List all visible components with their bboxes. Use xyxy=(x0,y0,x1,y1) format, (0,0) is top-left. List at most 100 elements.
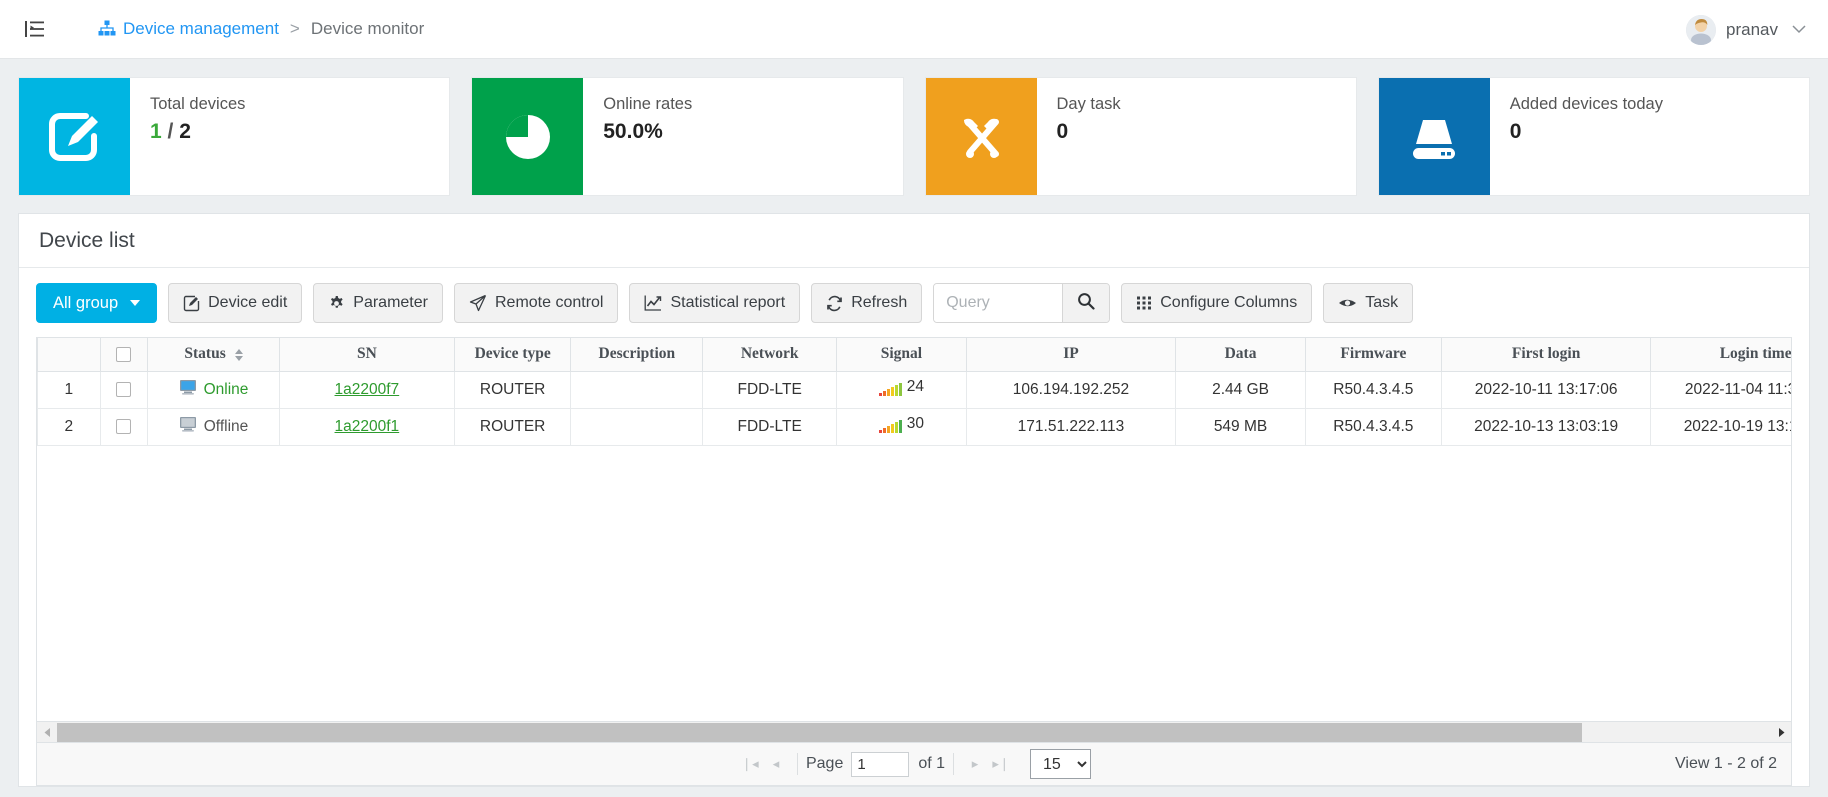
search-icon xyxy=(1077,292,1095,315)
row-index: 2 xyxy=(38,408,101,445)
refresh-button[interactable]: Refresh xyxy=(811,283,922,323)
statistical-report-button[interactable]: Statistical report xyxy=(629,283,800,323)
row-firmware: R50.4.3.4.5 xyxy=(1305,371,1441,408)
monitor-offline-icon xyxy=(179,416,197,437)
col-device-type[interactable]: Device type xyxy=(454,338,571,371)
sn-link[interactable]: 1a2200f7 xyxy=(335,381,400,398)
row-checkbox[interactable] xyxy=(116,382,131,397)
prev-page-button[interactable]: ◂ xyxy=(763,751,789,777)
paper-plane-icon xyxy=(469,294,487,312)
row-login-time: 2022-10-19 13:14:09 xyxy=(1651,408,1791,445)
edit-square-icon xyxy=(19,78,130,195)
row-checkbox[interactable] xyxy=(116,419,131,434)
next-page-button[interactable]: ▸ xyxy=(962,751,988,777)
edit-icon xyxy=(183,295,200,312)
select-all-checkbox[interactable] xyxy=(116,347,131,362)
remote-control-label: Remote control xyxy=(495,294,604,312)
signal-value: 24 xyxy=(907,378,924,396)
col-index xyxy=(38,338,101,371)
pager-divider-left xyxy=(797,753,798,775)
col-select-all xyxy=(100,338,148,371)
row-description xyxy=(571,371,703,408)
row-data: 549 MB xyxy=(1176,408,1306,445)
col-signal[interactable]: Signal xyxy=(837,338,967,371)
breadcrumb: Device management > Device monitor xyxy=(98,19,424,39)
stat-card-day-task: Day task 0 xyxy=(925,77,1357,196)
parameter-button[interactable]: Parameter xyxy=(313,283,443,323)
refresh-icon xyxy=(826,295,843,312)
user-name: pranav xyxy=(1726,20,1778,40)
table-row[interactable]: 1 Online 1a2200f7 ROUTER xyxy=(38,371,1792,408)
col-login-time[interactable]: Login time xyxy=(1651,338,1791,371)
sn-link[interactable]: 1a2200f1 xyxy=(335,418,400,435)
remote-control-button[interactable]: Remote control xyxy=(454,283,619,323)
scroll-left-arrow-icon[interactable] xyxy=(37,722,57,743)
sort-icon[interactable] xyxy=(235,349,243,361)
pie-chart-icon xyxy=(472,78,583,195)
search-input[interactable] xyxy=(934,284,1062,322)
pager-divider-right xyxy=(953,753,954,775)
stat-card-title: Online rates xyxy=(603,95,692,114)
device-table: Status SN Device type Description Networ… xyxy=(37,338,1791,446)
col-status-label: Status xyxy=(184,345,225,362)
breadcrumb-current: Device monitor xyxy=(311,19,424,39)
stat-card-value: 0 xyxy=(1057,120,1121,144)
monitor-online-icon xyxy=(179,379,197,400)
device-edit-button[interactable]: Device edit xyxy=(168,283,302,323)
page-total-label: of 1 xyxy=(918,755,945,773)
last-page-button[interactable]: ▸❘ xyxy=(988,751,1014,777)
scrollbar-thumb[interactable] xyxy=(57,723,1582,742)
row-network: FDD-LTE xyxy=(703,371,837,408)
row-ip: 171.51.222.113 xyxy=(966,408,1176,445)
task-button[interactable]: Task xyxy=(1323,283,1413,323)
eye-icon xyxy=(1338,295,1357,311)
caret-down-icon xyxy=(130,300,140,306)
col-sn[interactable]: SN xyxy=(279,338,454,371)
col-status[interactable]: Status xyxy=(148,338,280,371)
row-index: 1 xyxy=(38,371,101,408)
scrollbar-track[interactable] xyxy=(57,722,1771,743)
scroll-right-arrow-icon[interactable] xyxy=(1771,722,1791,743)
user-menu[interactable]: pranav xyxy=(1686,0,1806,59)
stat-card-value: 1 / 2 xyxy=(150,120,245,144)
row-signal: 24 xyxy=(837,371,967,408)
configure-columns-button[interactable]: Configure Columns xyxy=(1121,283,1312,323)
chart-line-icon xyxy=(644,294,662,312)
stat-cards: Total devices 1 / 2 Online rates 50.0% xyxy=(0,59,1828,196)
tools-icon xyxy=(926,78,1037,195)
stat-card-online-rates: Online rates 50.0% xyxy=(471,77,903,196)
grid-scroll-area: Status SN Device type Description Networ… xyxy=(37,338,1791,721)
col-description[interactable]: Description xyxy=(571,338,703,371)
row-firmware: R50.4.3.4.5 xyxy=(1305,408,1441,445)
table-body: 1 Online 1a2200f7 ROUTER xyxy=(38,371,1792,445)
col-first-login[interactable]: First login xyxy=(1441,338,1651,371)
refresh-label: Refresh xyxy=(851,294,907,312)
row-status: Offline xyxy=(148,408,280,445)
task-label: Task xyxy=(1365,294,1398,312)
statistical-report-label: Statistical report xyxy=(670,294,785,312)
col-ip[interactable]: IP xyxy=(966,338,1176,371)
row-select-cell xyxy=(100,371,148,408)
grid-icon xyxy=(1136,295,1152,311)
sidebar-toggle-icon[interactable] xyxy=(22,16,48,42)
stat-card-total-devices: Total devices 1 / 2 xyxy=(18,77,450,196)
all-group-dropdown[interactable]: All group xyxy=(36,283,157,323)
breadcrumb-root-link[interactable]: Device management xyxy=(123,19,279,39)
sitemap-icon xyxy=(98,20,116,38)
total-devices-separator: / xyxy=(168,120,174,143)
page-size-select[interactable]: 153050100 xyxy=(1030,749,1091,779)
row-sn: 1a2200f1 xyxy=(279,408,454,445)
first-page-button[interactable]: ❘◂ xyxy=(737,751,763,777)
row-select-cell xyxy=(100,408,148,445)
horizontal-scrollbar[interactable] xyxy=(37,721,1791,742)
col-firmware[interactable]: Firmware xyxy=(1305,338,1441,371)
col-data[interactable]: Data xyxy=(1176,338,1306,371)
search-button[interactable] xyxy=(1062,284,1109,322)
table-row[interactable]: 2 Offline 1a2200f1 ROUTER xyxy=(38,408,1792,445)
chevron-down-icon[interactable] xyxy=(1792,21,1806,38)
col-network[interactable]: Network xyxy=(703,338,837,371)
status-label: Online xyxy=(204,381,249,399)
stat-card-title: Total devices xyxy=(150,95,245,114)
view-info-label: View 1 - 2 of 2 xyxy=(1675,755,1777,773)
page-number-input[interactable] xyxy=(851,752,909,777)
